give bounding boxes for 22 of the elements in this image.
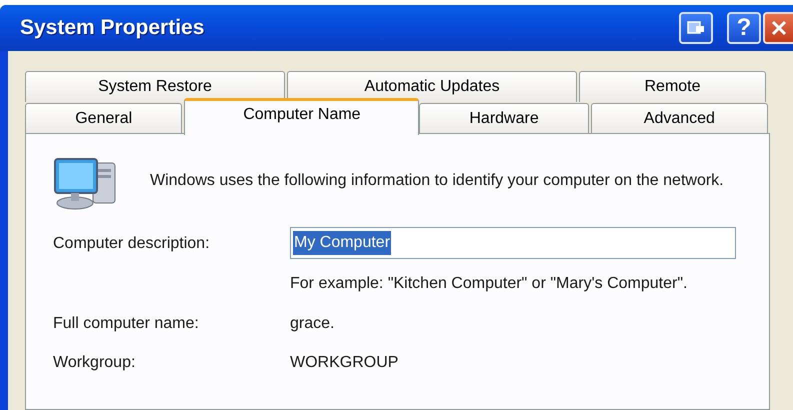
intro-text: Windows uses the following information to identify your computer on the network. xyxy=(150,171,725,191)
tab[interactable]: Hardware xyxy=(419,103,589,134)
field-value: grace. xyxy=(290,314,334,334)
field-label: Computer description: xyxy=(53,234,211,254)
hint-text: For example: "Kitchen Computer" or "Mary's Computer". xyxy=(290,274,688,294)
tab[interactable]: Remote xyxy=(579,71,766,102)
tab[interactable]: Automatic Updates xyxy=(287,71,577,102)
close-button[interactable] xyxy=(763,12,793,44)
field-label: Workgroup: xyxy=(53,353,136,373)
field-value: WORKGROUP xyxy=(290,353,398,373)
tab[interactable]: Advanced xyxy=(590,103,768,134)
window-title: System Properties xyxy=(20,15,204,42)
tab[interactable]: Computer Name xyxy=(184,98,420,135)
description-field[interactable]: My Computer xyxy=(290,227,736,259)
window-icon xyxy=(687,21,705,35)
close-icon xyxy=(771,20,787,36)
tab[interactable]: General xyxy=(25,103,182,134)
minimize-to-tray-button[interactable] xyxy=(679,12,713,44)
field-label: Full computer name: xyxy=(53,314,200,334)
help-button[interactable]: ? xyxy=(727,12,761,44)
tab[interactable]: System Restore xyxy=(25,71,285,102)
computer-icon xyxy=(53,157,117,211)
